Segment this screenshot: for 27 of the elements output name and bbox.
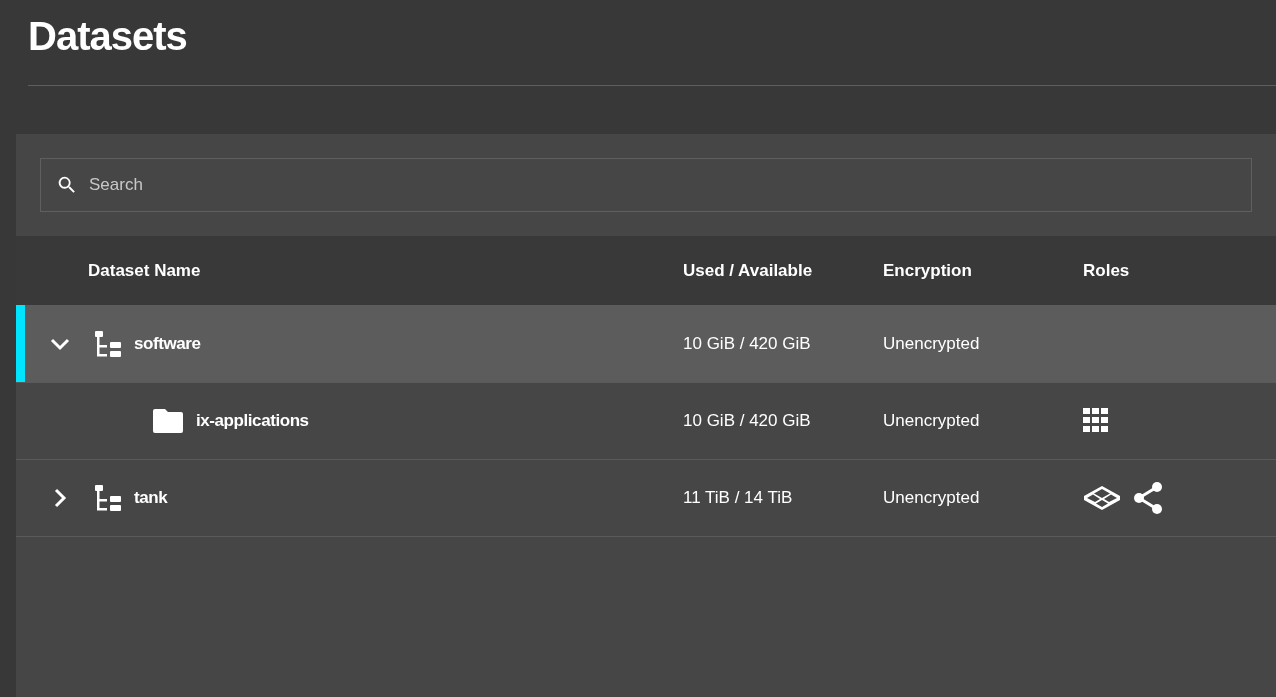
usage-text: 10 GiB / 420 GiB [683,411,811,431]
usage-text: 11 TiB / 14 TiB [683,488,793,508]
chevron-down-icon[interactable] [50,336,70,351]
chevron-right-icon[interactable] [53,488,67,508]
usage-text: 10 GiB / 420 GiB [683,333,811,353]
encryption-status: Unencrypted [883,411,980,431]
dataset-name: tank [134,487,168,510]
tiles-icon[interactable] [1083,485,1121,511]
dataset-name: ix-applications [196,410,309,433]
share-icon[interactable] [1133,482,1163,514]
folder-icon [152,408,184,434]
tree-structure-icon [94,329,122,358]
column-header: Used / Available [683,260,813,280]
dataset-row[interactable]: tank 11 TiB / 14 TiB Unencrypted [16,460,1276,537]
dataset-name: software [134,332,201,355]
dataset-row[interactable]: ix-applications 10 GiB / 420 GiB Unencrypted [16,383,1276,460]
encryption-status: Unencrypted [883,488,980,508]
column-header: Encryption [883,260,972,280]
encryption-status: Unencrypted [883,333,980,353]
grid-icon[interactable] [1083,408,1109,434]
dataset-row[interactable]: software 10 GiB / 420 GiB Unencrypted [16,305,1276,383]
column-header: Roles [1083,260,1130,280]
search-icon [56,174,78,196]
search-field[interactable]: Search [40,158,1252,212]
page-title: Datasets [28,13,187,60]
column-header: Dataset Name [88,260,201,280]
tree-structure-icon [94,484,122,512]
